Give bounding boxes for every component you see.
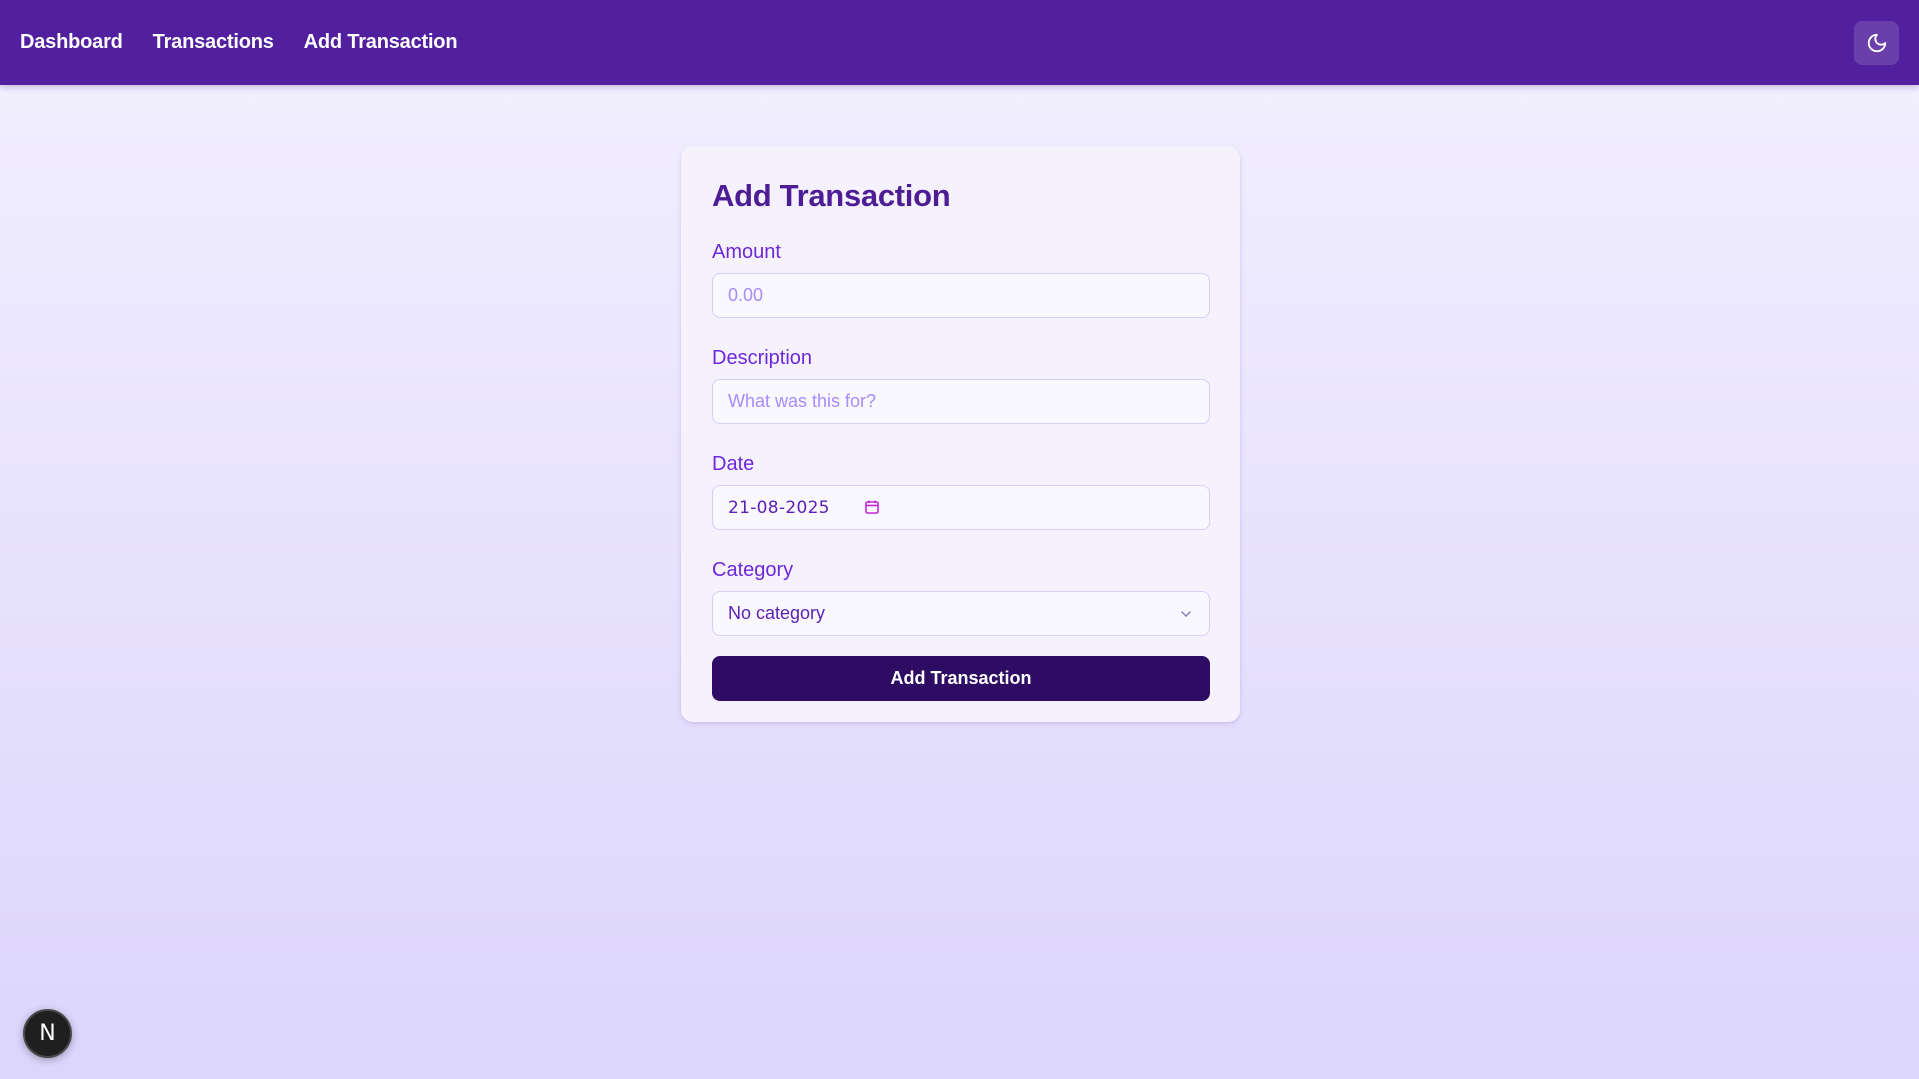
moon-icon: [1867, 33, 1886, 53]
nav-dashboard-link[interactable]: Dashboard: [20, 31, 123, 54]
chevron-down-icon: [1181, 611, 1191, 617]
date-value: 21-08-2025: [728, 497, 830, 518]
category-selected-value: No category: [728, 603, 826, 623]
calendar-icon[interactable]: [864, 499, 880, 515]
date-label: Date: [712, 453, 755, 475]
add-transaction-submit-button[interactable]: Add Transaction: [712, 656, 1210, 701]
category-label: Category: [712, 559, 794, 581]
category-select[interactable]: No category: [712, 591, 1210, 636]
date-input[interactable]: 21-08-2025: [712, 485, 1210, 530]
dev-tools-badge[interactable]: N: [23, 1009, 72, 1058]
amount-label: Amount: [712, 241, 781, 263]
add-transaction-card: Add Transaction Amount Description Date …: [681, 146, 1240, 722]
theme-toggle-button[interactable]: [1854, 21, 1899, 65]
description-label: Description: [712, 347, 813, 369]
nav-transactions-link[interactable]: Transactions: [153, 31, 274, 54]
form-title: Add Transaction: [712, 178, 951, 213]
dev-badge-letter: N: [39, 1021, 56, 1046]
main-nav: Dashboard Transactions Add Transaction: [20, 31, 487, 54]
description-input[interactable]: [712, 379, 1210, 424]
amount-input[interactable]: [712, 273, 1210, 318]
top-navbar: Dashboard Transactions Add Transaction: [0, 0, 1919, 85]
nav-add-transaction-link[interactable]: Add Transaction: [304, 31, 458, 54]
